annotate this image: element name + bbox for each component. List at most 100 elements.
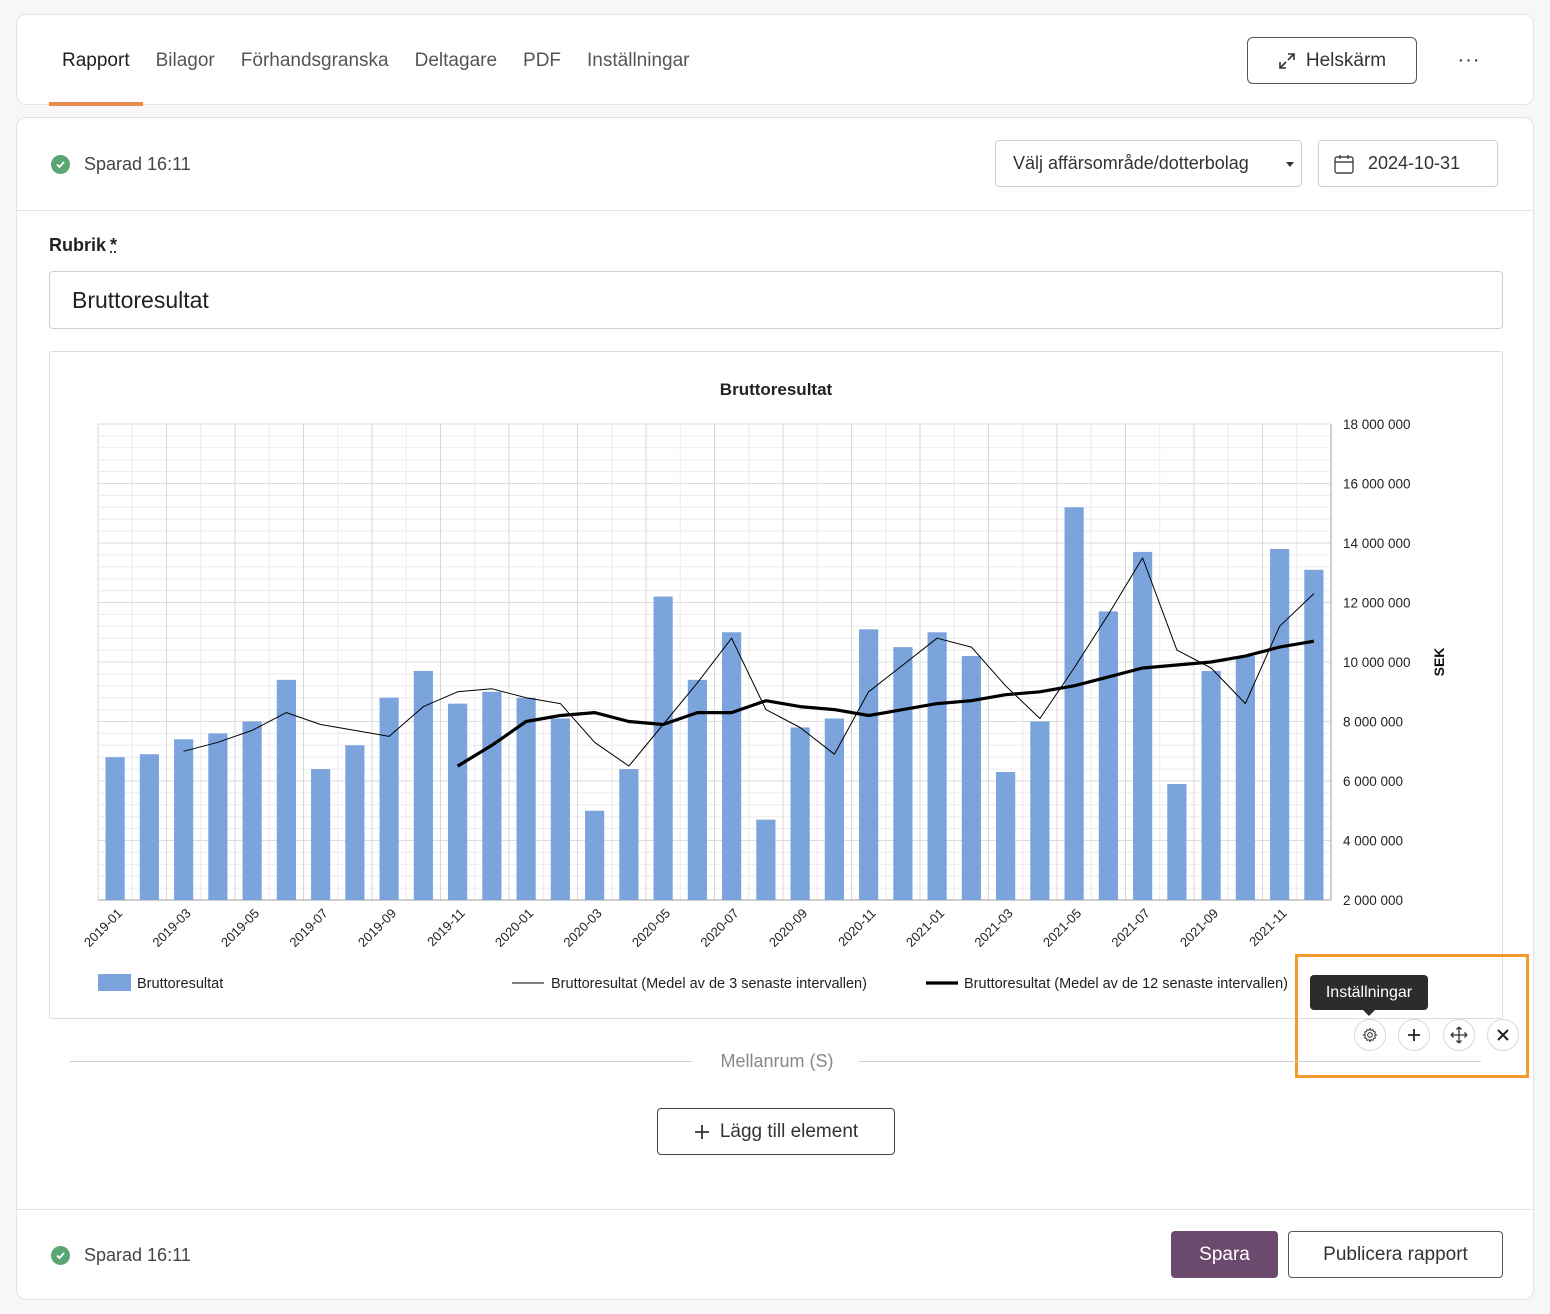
date-picker[interactable]: 2024-10-31 <box>1318 140 1498 187</box>
bar <box>859 629 879 900</box>
bar <box>105 757 125 900</box>
bar <box>927 632 947 900</box>
tab-rapport[interactable]: Rapport <box>49 15 143 106</box>
chart-legend: Bruttoresultat Bruttoresultat (Medel av d… <box>98 974 1288 992</box>
title-field-label: Rubrik * <box>49 235 117 256</box>
tab-inställningar[interactable]: Inställningar <box>574 15 702 106</box>
add-element-button[interactable]: Lägg till element <box>657 1108 895 1155</box>
title-label-text: Rubrik <box>49 235 107 255</box>
more-options-button[interactable]: ··· <box>1449 45 1489 75</box>
y-tick-label: 10 000 000 <box>1343 655 1411 670</box>
publish-report-button[interactable]: Publicera rapport <box>1288 1231 1503 1278</box>
bar <box>1064 507 1084 900</box>
business-area-select-label: Välj affärsområde/dotterbolag <box>1013 153 1249 173</box>
bar <box>996 772 1016 900</box>
legend-label: Bruttoresultat (Medel av de 3 senaste in… <box>551 976 867 992</box>
add-element-label: Lägg till element <box>719 1120 859 1142</box>
report-editor-card: Sparad 16:11 Välj affärsområde/dotterbol… <box>16 117 1534 1300</box>
more-icon: ··· <box>1457 48 1481 71</box>
y-tick-label: 18 000 000 <box>1343 417 1411 432</box>
bar <box>722 632 742 900</box>
x-tick-label: 2021-01 <box>903 906 947 950</box>
x-tick-label: 2021-03 <box>971 906 1015 950</box>
x-tick-label: 2020-07 <box>697 906 741 950</box>
plus-icon <box>1408 1029 1420 1041</box>
y-tick-label: 2 000 000 <box>1343 893 1403 908</box>
bar <box>482 691 502 900</box>
bar <box>653 596 673 900</box>
bar <box>311 769 331 900</box>
legend-label: Bruttoresultat <box>137 976 223 992</box>
expand-icon <box>1279 52 1295 69</box>
x-tick-label: 2021-07 <box>1108 906 1152 950</box>
bar <box>413 670 433 900</box>
gear-icon <box>1362 1027 1378 1043</box>
x-tick-label: 2020-05 <box>629 906 673 950</box>
spacer-label: Mellanrum (S) <box>720 1051 834 1071</box>
x-tick-label: 2020-09 <box>766 906 810 950</box>
bar <box>1270 548 1290 900</box>
tab-bilagor[interactable]: Bilagor <box>143 15 228 106</box>
plus-icon <box>694 1124 709 1139</box>
toolbar-highlight-box <box>1295 954 1529 1078</box>
move-button[interactable] <box>1443 1019 1475 1051</box>
bar <box>379 697 399 900</box>
business-area-select[interactable]: Välj affärsområde/dotterbolag <box>995 140 1302 187</box>
x-tick-label: 2020-01 <box>492 906 536 950</box>
tab-list: Rapport Bilagor Förhandsgranska Deltagare PD… <box>49 15 702 106</box>
tab-pdf[interactable]: PDF <box>510 15 574 106</box>
chart-title: Bruttoresultat <box>720 380 833 399</box>
tab-deltagare[interactable]: Deltagare <box>402 15 510 106</box>
y-tick-label: 8 000 000 <box>1343 715 1403 730</box>
caret-down-icon <box>1286 162 1294 167</box>
save-button[interactable]: Spara <box>1171 1231 1278 1278</box>
bar <box>139 754 159 900</box>
tab-förhandsgranska[interactable]: Förhandsgranska <box>228 15 402 106</box>
x-tick-label: 2020-11 <box>835 906 879 950</box>
calendar-icon <box>1334 154 1354 174</box>
y-tick-label: 4 000 000 <box>1343 834 1403 849</box>
x-tick-label: 2019-09 <box>355 906 399 950</box>
add-button[interactable] <box>1398 1019 1430 1051</box>
y-tick-label: 14 000 000 <box>1343 536 1411 551</box>
chart-element[interactable]: Bruttoresultat 2 000 000 4 000 000 6 000 00… <box>49 351 1503 1019</box>
bar <box>1167 783 1187 900</box>
title-input[interactable] <box>49 271 1503 329</box>
required-mark: * <box>110 235 118 255</box>
bar <box>756 819 776 900</box>
date-value: 2024-10-31 <box>1368 153 1461 173</box>
bar <box>208 733 228 900</box>
check-icon <box>51 1246 70 1265</box>
x-tick-label: 2020-03 <box>560 906 604 950</box>
footer-saved-status: Sparad 16:11 <box>51 1245 191 1266</box>
close-icon <box>1497 1029 1509 1041</box>
bar <box>345 745 365 900</box>
y-axis-label: SEK <box>1431 648 1447 677</box>
footer-divider <box>17 1209 1533 1210</box>
x-tick-label: 2019-07 <box>286 906 330 950</box>
x-tick-label: 2019-03 <box>149 906 193 950</box>
bar <box>1098 611 1118 900</box>
bar <box>1304 569 1324 900</box>
bar <box>961 656 981 900</box>
x-tick-label: 2021-11 <box>1246 906 1290 950</box>
footer-saved-text: Sparad 16:11 <box>84 1245 191 1265</box>
fullscreen-button[interactable]: Helskärm <box>1247 37 1417 84</box>
y-tick-label: 6 000 000 <box>1343 774 1403 789</box>
y-tick-label: 16 000 000 <box>1343 477 1411 492</box>
move-icon <box>1450 1026 1468 1044</box>
top-navigation: Rapport Bilagor Förhandsgranska Deltagare PD… <box>16 14 1534 106</box>
y-tick-label: 12 000 000 <box>1343 596 1411 611</box>
bar <box>893 647 913 900</box>
x-tick-label: 2019-05 <box>218 906 262 950</box>
bar <box>1201 670 1221 900</box>
bar-line-chart: Bruttoresultat 2 000 000 4 000 000 6 000 00… <box>81 380 1447 992</box>
remove-button[interactable] <box>1487 1019 1519 1051</box>
saved-text: Sparad 16:11 <box>84 154 191 174</box>
bar <box>790 727 810 900</box>
check-icon <box>51 155 70 174</box>
bar <box>1030 721 1050 900</box>
settings-button[interactable] <box>1354 1019 1386 1051</box>
settings-tooltip: Inställningar <box>1310 975 1428 1016</box>
legend-swatch-bar <box>98 974 131 991</box>
